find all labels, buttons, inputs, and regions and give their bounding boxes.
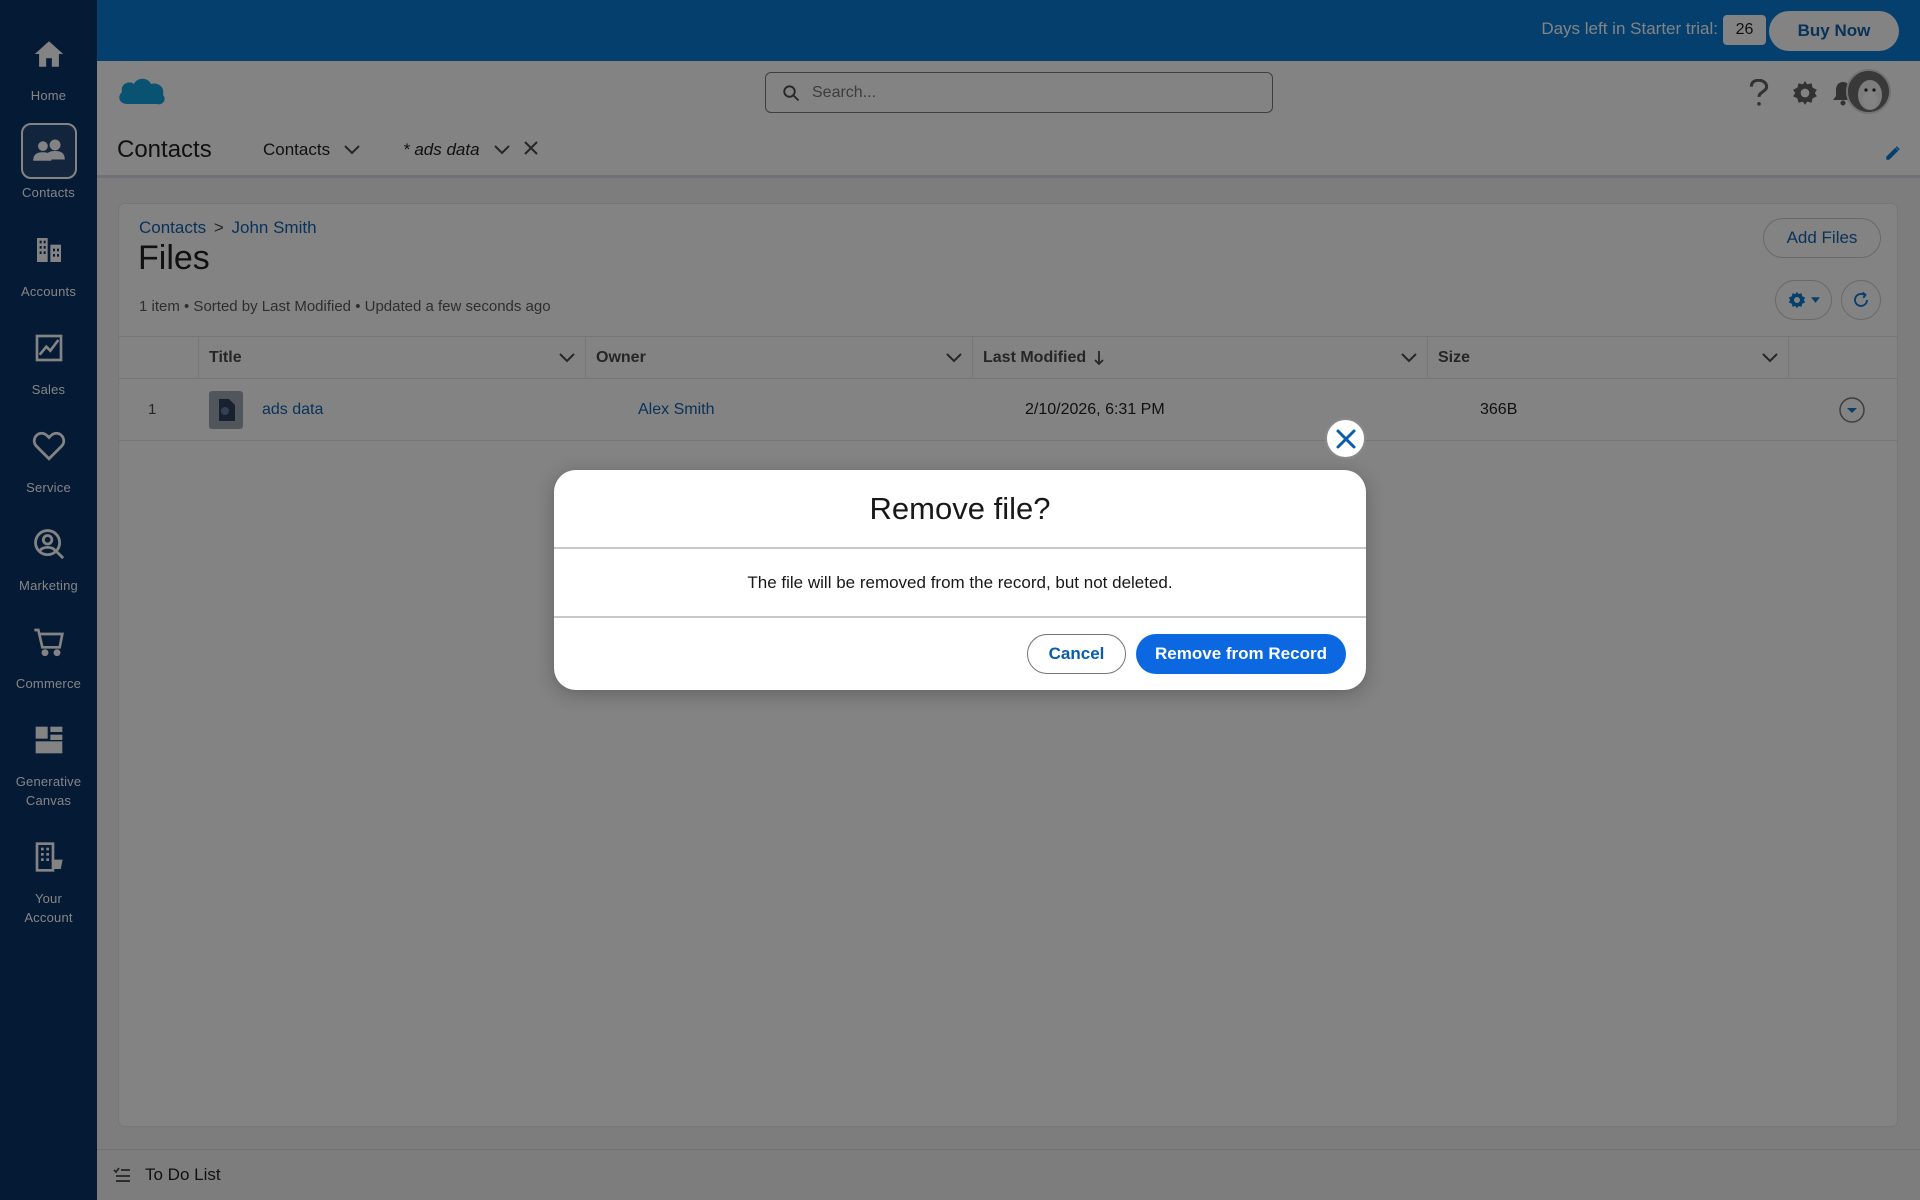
modal-body-text: The file will be removed from the record… [554,549,1366,618]
modal-footer: Cancel Remove from Record [554,618,1366,688]
modal-title: Remove file? [869,490,1051,526]
remove-file-modal: Remove file? The file will be removed fr… [554,470,1366,690]
modal-close-icon[interactable] [1325,418,1366,459]
modal-header: Remove file? [554,470,1366,549]
remove-from-record-button[interactable]: Remove from Record [1136,634,1346,674]
cancel-button[interactable]: Cancel [1027,634,1126,674]
